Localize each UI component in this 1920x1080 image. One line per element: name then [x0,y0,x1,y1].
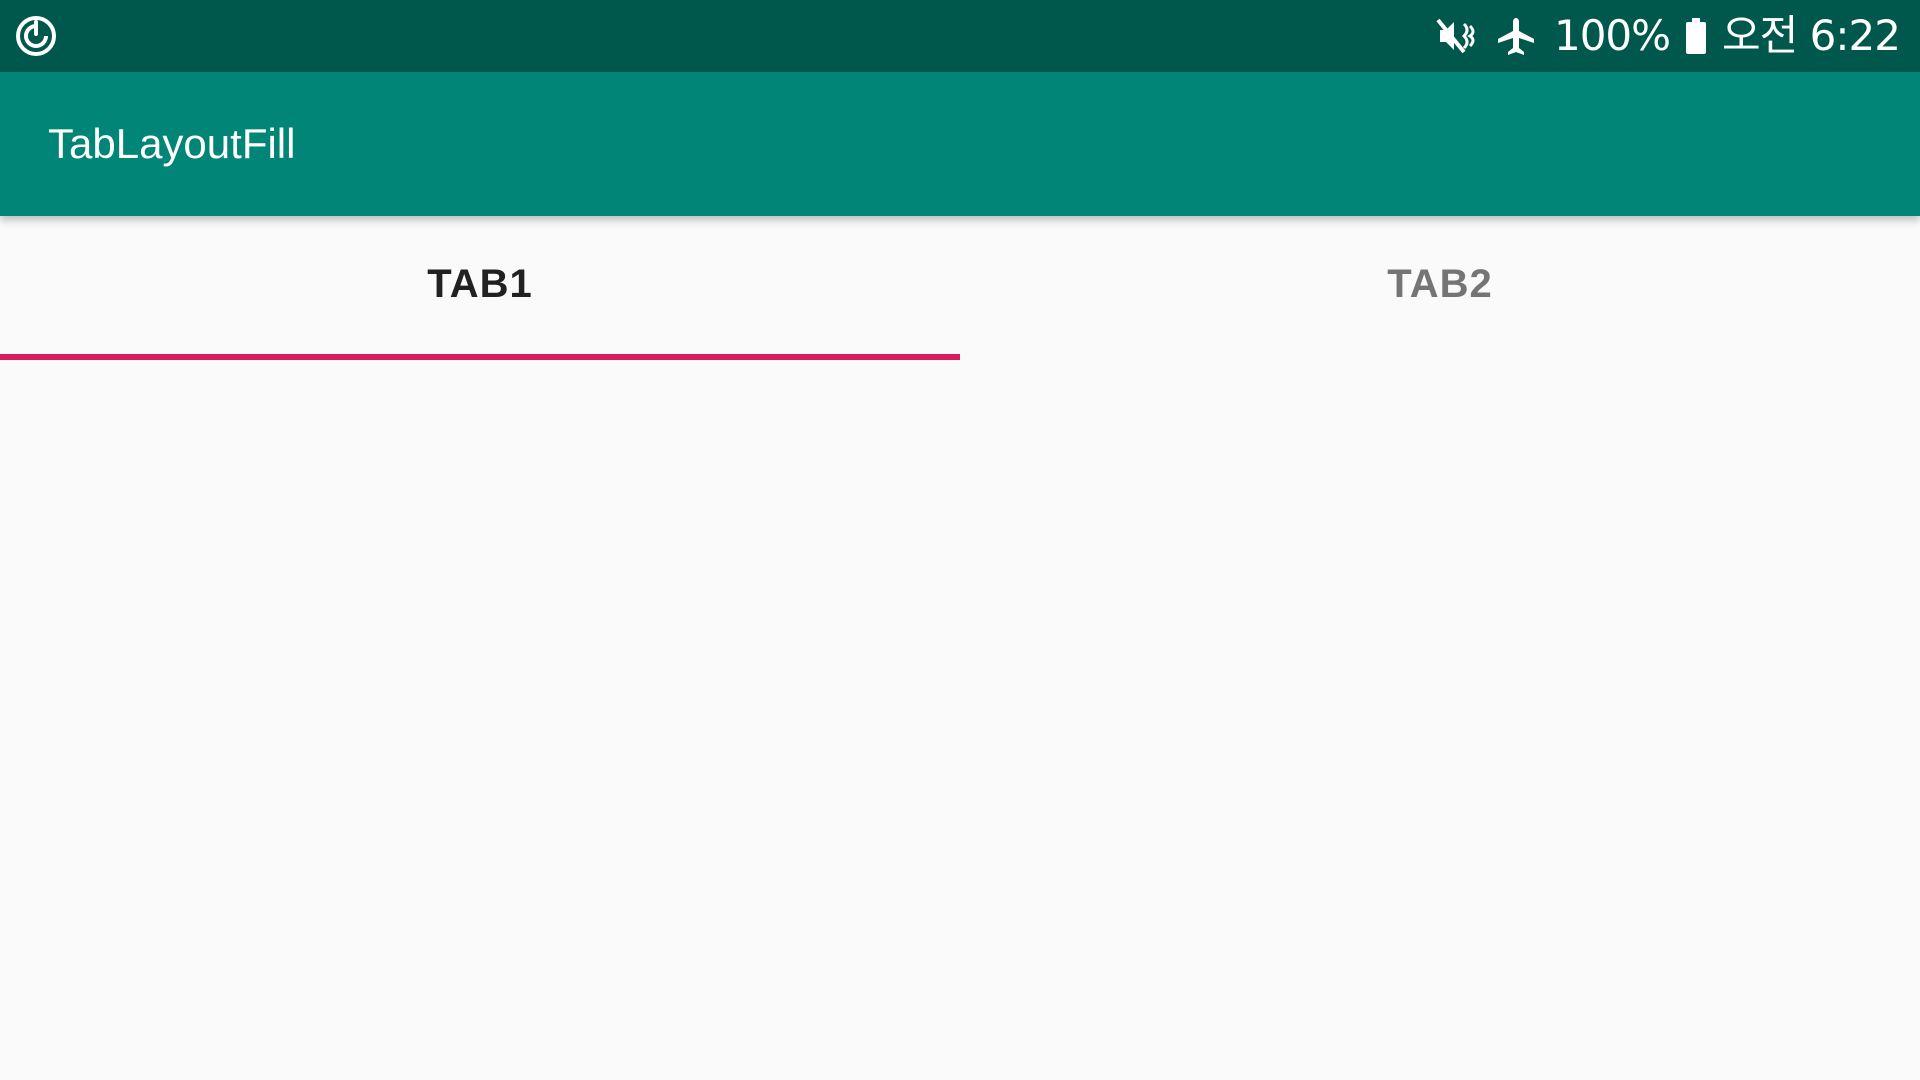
vibrate-mute-icon [1434,14,1478,58]
tab-1[interactable]: TAB1 [0,216,960,360]
tab-label: TAB2 [1387,261,1493,306]
app-title: TabLayoutFill [48,120,296,167]
app-bar: TabLayoutFill [0,72,1920,216]
battery-icon [1686,18,1707,54]
battery-percent: 100% [1553,11,1671,60]
tab-layout: TAB1 TAB2 [0,216,1920,360]
clock: 오전 6:22 [1722,11,1901,60]
tab-label: TAB1 [427,261,533,306]
tab-content-area [0,360,1920,1080]
sync-circle-icon [14,14,58,58]
tab-2[interactable]: TAB2 [960,216,1920,360]
status-bar: 100% 오전 6:22 [0,0,1920,72]
airplane-icon [1494,14,1538,58]
